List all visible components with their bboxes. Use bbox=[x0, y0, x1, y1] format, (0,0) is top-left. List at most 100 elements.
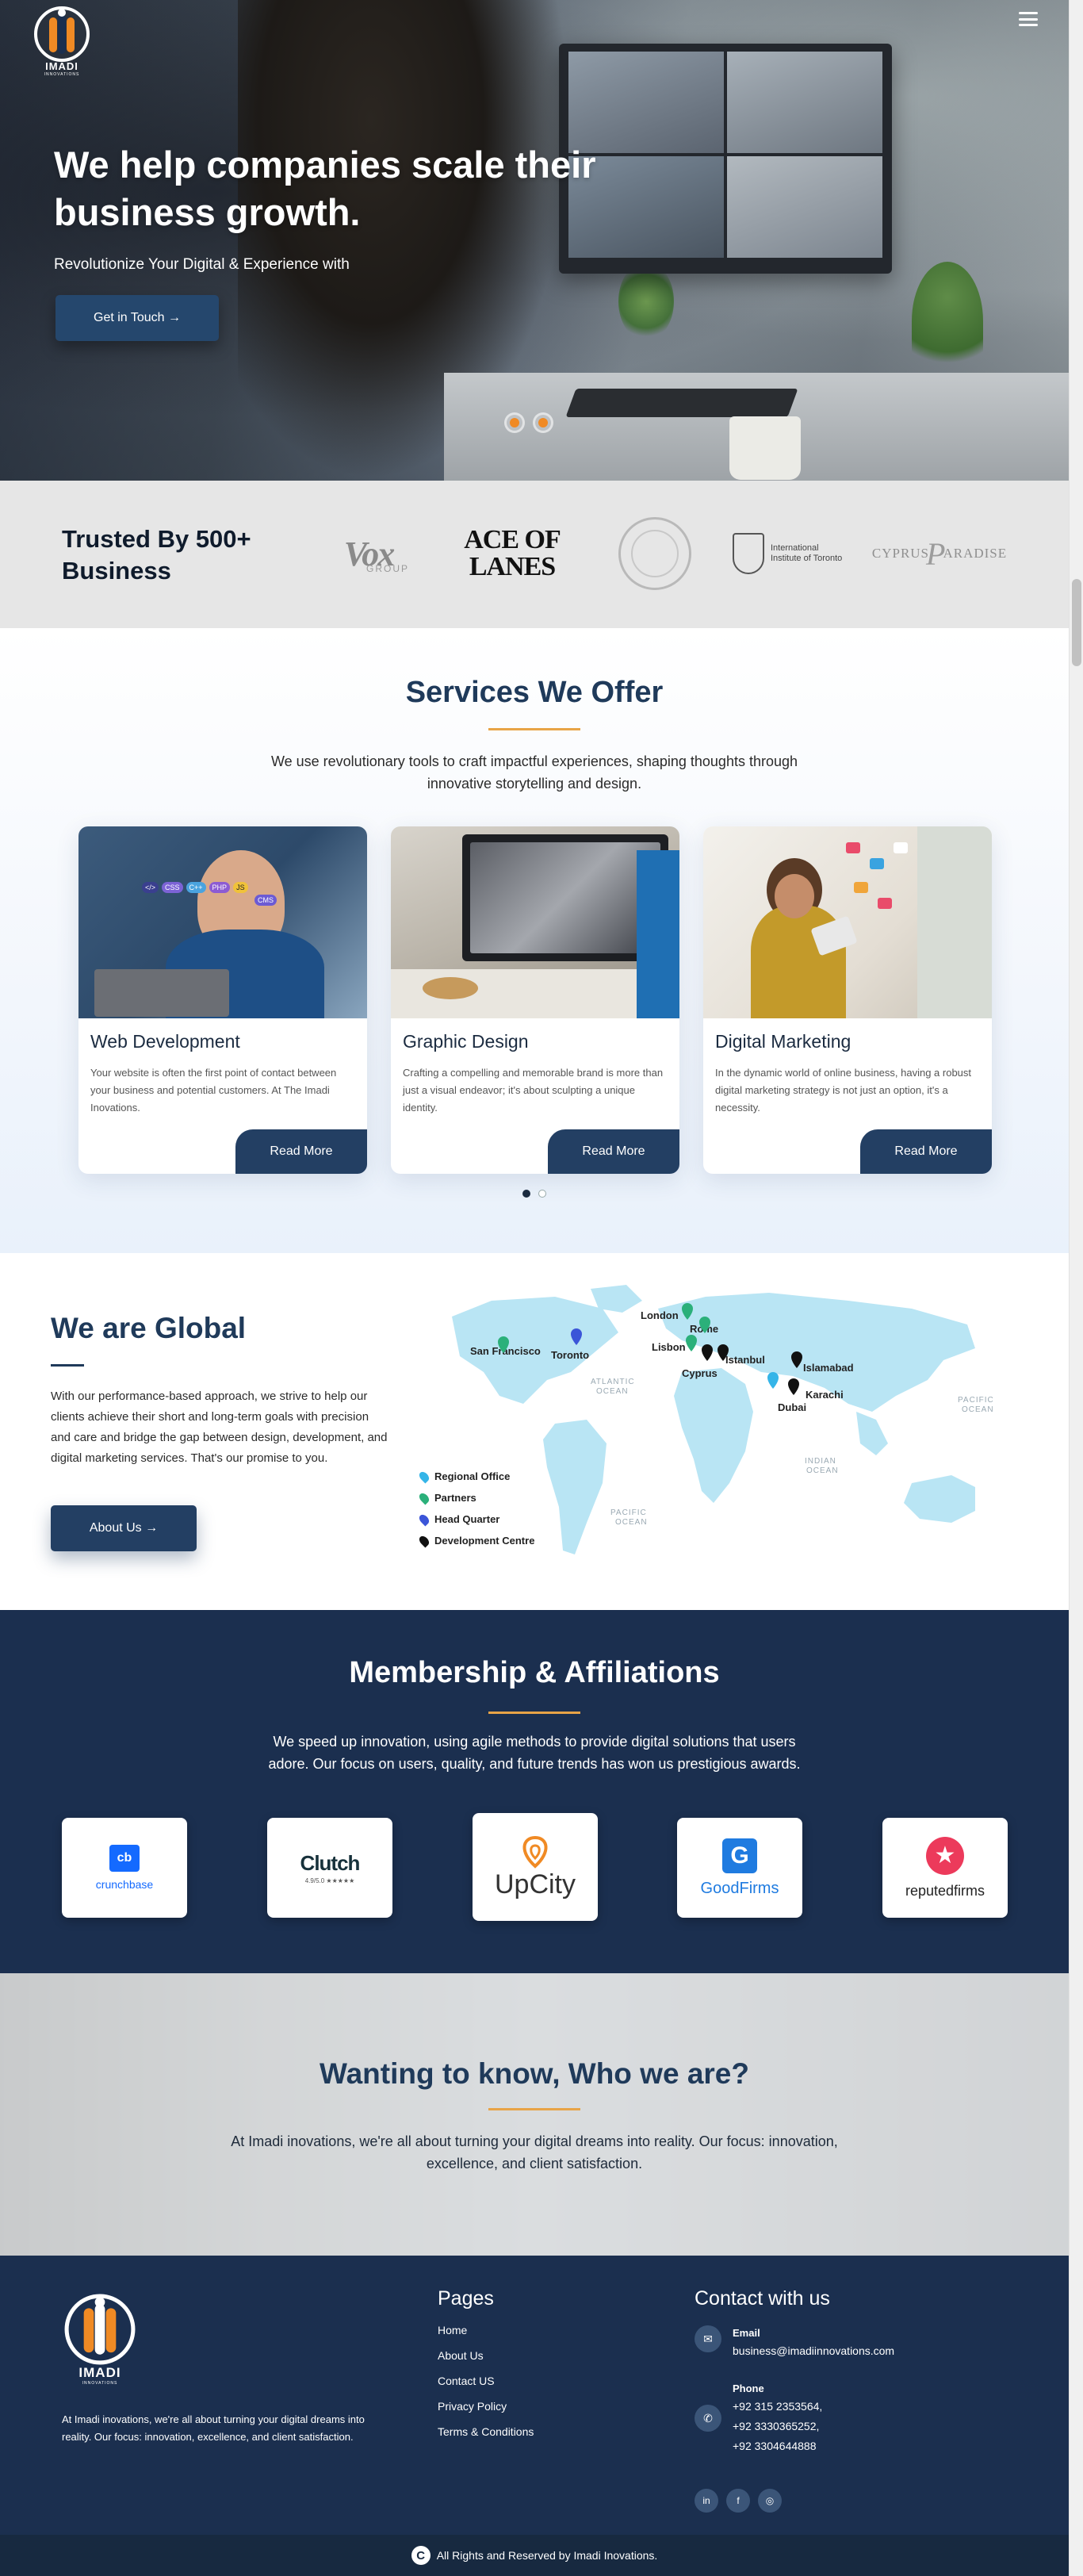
ace-of-lanes-logo: ACE OF LANES bbox=[464, 525, 561, 581]
international-institute-toronto-logo: International Institute of Toronto bbox=[733, 522, 851, 585]
linkedin-icon[interactable]: in bbox=[695, 2489, 718, 2513]
city-label-karachi: Karachi bbox=[806, 1389, 844, 1401]
phone-icon: ✆ bbox=[695, 2405, 721, 2432]
who-title-underline bbox=[488, 2108, 580, 2110]
global-section: We are Global With our performance-based… bbox=[0, 1253, 1069, 1610]
hero-slide-dot-1[interactable] bbox=[504, 412, 525, 433]
pacific-ocean-label-east: PACIFIC bbox=[958, 1396, 994, 1405]
legend-development-centre: Development Centre bbox=[417, 1530, 534, 1551]
city-label-london: London bbox=[641, 1309, 679, 1321]
services-slider-dots bbox=[522, 1190, 546, 1198]
reputedfirms-badge[interactable]: ★ reputedfirms bbox=[882, 1818, 1008, 1918]
services-section: Services We Offer We use revolutionary t… bbox=[0, 628, 1069, 1253]
hero-mug-image bbox=[729, 416, 801, 480]
indian-ocean-label: INDIAN bbox=[805, 1457, 836, 1466]
upcity-badge[interactable]: UpCity bbox=[473, 1813, 598, 1921]
service-card-graphic-design[interactable]: Graphic Design Crafting a compelling and… bbox=[391, 826, 679, 1174]
hero-section: IMADI INNOVATIONS We help companies scal… bbox=[0, 0, 1069, 481]
services-description: We use revolutionary tools to craft impa… bbox=[270, 753, 798, 792]
who-we-are-section: Wanting to know, Who we are? At Imadi in… bbox=[0, 1973, 1069, 2256]
footer-phone: ✆ Phone +92 315 2353564, +92 3330365252,… bbox=[695, 2381, 822, 2456]
city-label-cyprus: Cyprus bbox=[682, 1367, 718, 1379]
city-label-istanbul: Istanbul bbox=[725, 1354, 765, 1366]
service-card-title: Digital Marketing bbox=[715, 1031, 851, 1052]
hero-title: We help companies scale their business g… bbox=[54, 144, 596, 233]
hero-slide-dot-2[interactable] bbox=[533, 412, 553, 433]
legend-regional-office: Regional Office bbox=[417, 1466, 534, 1487]
legend-head-quarter: Head Quarter bbox=[417, 1508, 534, 1530]
global-title: We are Global bbox=[51, 1312, 247, 1344]
footer-phone-1[interactable]: +92 315 2353564, bbox=[733, 2397, 822, 2417]
service-card-web-development[interactable]: </> CSS C++ PHP JS CMS Web Development Y… bbox=[78, 826, 367, 1174]
city-label-toronto: Toronto bbox=[551, 1349, 589, 1361]
shield-icon bbox=[733, 533, 764, 574]
graphic-design-image bbox=[391, 826, 679, 1018]
services-slide-dot-2[interactable] bbox=[538, 1190, 546, 1198]
hero-keyboard-image bbox=[565, 389, 798, 417]
services-slide-dot-1[interactable] bbox=[522, 1190, 530, 1198]
footer-link-terms-conditions[interactable]: Terms & Conditions bbox=[438, 2425, 534, 2451]
footer-phone-2[interactable]: +92 3330365252, bbox=[733, 2417, 822, 2436]
global-title-underline bbox=[51, 1364, 84, 1367]
hero-plant-decoration bbox=[912, 262, 983, 381]
who-title: Wanting to know, Who we are? bbox=[320, 2057, 749, 2090]
envelope-icon: ✉ bbox=[695, 2325, 721, 2352]
city-label-dubai: Dubai bbox=[778, 1401, 806, 1413]
logo-mark-icon bbox=[34, 6, 90, 62]
service-card-digital-marketing[interactable]: Digital Marketing In the dynamic world o… bbox=[703, 826, 992, 1174]
upcity-logo-icon bbox=[522, 1835, 548, 1869]
footer-phone-3[interactable]: +92 3304644888 bbox=[733, 2436, 822, 2456]
footer-about-text: At Imadi inovations, we're all about tur… bbox=[62, 2413, 365, 2443]
read-more-button[interactable]: Read More bbox=[548, 1129, 679, 1174]
clutch-badge[interactable]: Clutch 4.9/5.0 ★★★★★ bbox=[267, 1818, 392, 1918]
footer-email-link[interactable]: business@imadiinnovations.com bbox=[733, 2341, 894, 2361]
footer-social-links: in f ◎ bbox=[695, 2489, 782, 2513]
about-us-button[interactable]: About Us → bbox=[51, 1505, 197, 1551]
atlantic-ocean-label: ATLANTIC bbox=[591, 1378, 635, 1386]
footer-link-contact-us[interactable]: Contact US bbox=[438, 2375, 534, 2400]
logo-tagline: INNOVATIONS bbox=[44, 72, 80, 77]
footer-link-about-us[interactable]: About Us bbox=[438, 2349, 534, 2375]
footer-contact-title: Contact with us bbox=[695, 2287, 830, 2310]
footer-pages-title: Pages bbox=[438, 2287, 494, 2310]
hero-plant-decoration bbox=[618, 262, 674, 341]
service-card-text: Crafting a compelling and memorable bran… bbox=[403, 1067, 664, 1114]
footer-link-privacy-policy[interactable]: Privacy Policy bbox=[438, 2400, 534, 2425]
logo-text: IMADI bbox=[45, 60, 78, 72]
copyright-icon: C bbox=[411, 2546, 431, 2565]
footer-link-home[interactable]: Home bbox=[438, 2324, 534, 2349]
goodfirms-logo-icon: G bbox=[722, 1838, 757, 1873]
hero-slider-dots bbox=[504, 412, 553, 433]
membership-title: Membership & Affiliations bbox=[349, 1656, 720, 1689]
city-label-lisbon: Lisbon bbox=[652, 1341, 686, 1353]
services-title-underline bbox=[488, 728, 580, 730]
hero-subtitle: Revolutionize Your Digital & Experience … bbox=[54, 256, 350, 273]
pacific-ocean-label: PACIFIC bbox=[610, 1508, 647, 1517]
svg-text:OCEAN: OCEAN bbox=[806, 1466, 839, 1475]
read-more-button[interactable]: Read More bbox=[860, 1129, 992, 1174]
scrollbar-thumb[interactable] bbox=[1072, 579, 1081, 666]
crunchbase-badge[interactable]: cb crunchbase bbox=[62, 1818, 187, 1918]
facebook-icon[interactable]: f bbox=[726, 2489, 750, 2513]
read-more-button[interactable]: Read More bbox=[235, 1129, 367, 1174]
page-scrollbar[interactable] bbox=[1069, 0, 1083, 2576]
global-text: With our performance-based approach, we … bbox=[51, 1390, 388, 1465]
get-in-touch-button[interactable]: Get in Touch → bbox=[55, 295, 219, 341]
service-card-title: Web Development bbox=[90, 1031, 240, 1052]
site-logo[interactable]: IMADI INNOVATIONS bbox=[32, 5, 92, 81]
legend-partners: Partners bbox=[417, 1487, 534, 1508]
who-text: At Imadi inovations, we're all about tur… bbox=[231, 2133, 838, 2172]
goodfirms-badge[interactable]: G GoodFirms bbox=[677, 1818, 802, 1918]
trusted-by-section: Trusted By 500+ Business Vox GROUP ACE OF… bbox=[0, 481, 1069, 628]
trusted-title: Trusted By 500+ Business bbox=[62, 525, 251, 585]
copyright-bar: C All Rights and Reserved by Imadi Inova… bbox=[0, 2535, 1069, 2576]
svg-text:OCEAN: OCEAN bbox=[615, 1518, 648, 1527]
service-card-title: Graphic Design bbox=[403, 1031, 529, 1052]
university-seal-logo bbox=[615, 517, 695, 590]
footer-logo[interactable]: IMADI INNOVATIONS bbox=[62, 2292, 138, 2387]
menu-hamburger-icon[interactable] bbox=[1017, 10, 1039, 29]
vox-group-logo: Vox GROUP bbox=[343, 534, 410, 575]
instagram-icon[interactable]: ◎ bbox=[758, 2489, 782, 2513]
cyprus-paradise-logo: CYPRUS P ARADISE bbox=[871, 535, 1008, 572]
membership-section: Membership & Affiliations We speed up in… bbox=[0, 1610, 1069, 1973]
